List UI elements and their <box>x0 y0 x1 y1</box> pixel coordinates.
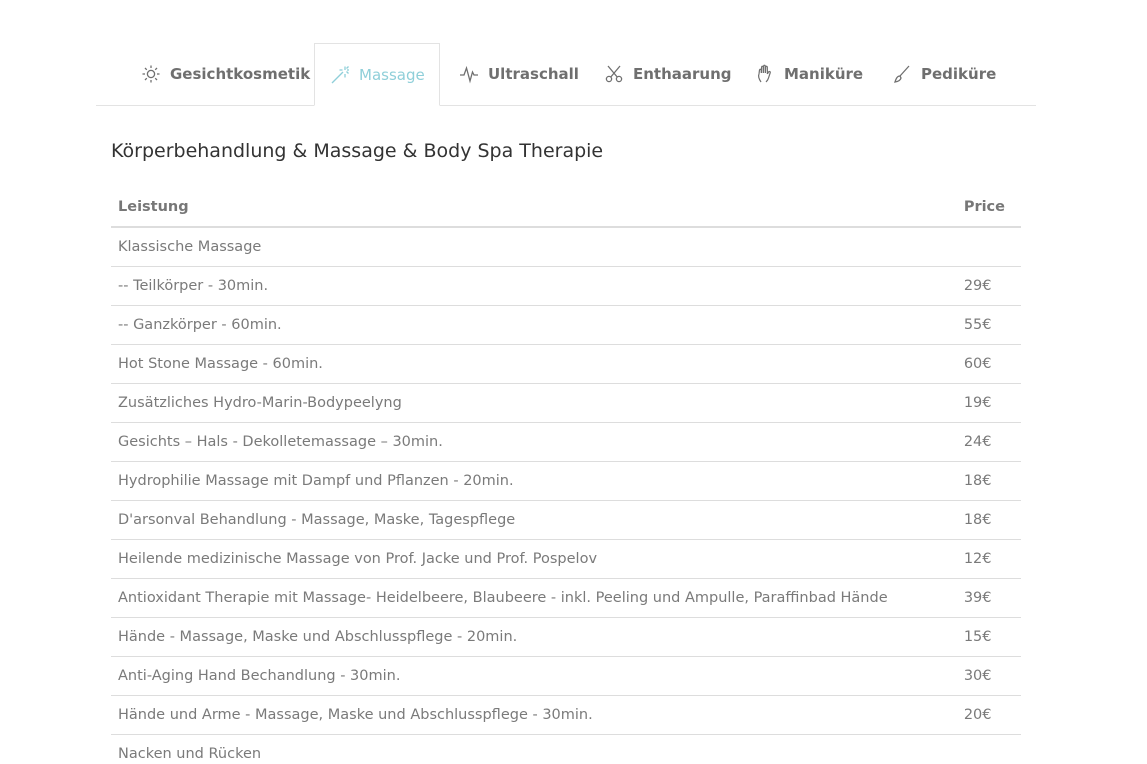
service-cell: Heilende medizinische Massage von Prof. … <box>111 539 957 579</box>
price-table: Leistung Price Klassische Massage -- Tei… <box>111 188 1021 764</box>
service-cell: Nacken und Rücken <box>111 734 957 764</box>
table-row: Gesichts – Hals - Dekolletemassage – 30m… <box>111 422 1021 462</box>
scissors-icon <box>603 63 625 85</box>
service-cell: -- Ganzkörper - 60min. <box>111 305 957 345</box>
magic-wand-icon <box>329 64 351 86</box>
pulse-icon <box>458 63 480 85</box>
table-row: Anti-Aging Hand Bechandlung - 30min. 30€ <box>111 656 1021 696</box>
tab-label: Enthaarung <box>633 65 732 83</box>
service-cell: Hydrophilie Massage mit Dampf und Pflanz… <box>111 461 957 501</box>
tab-gesichtkosmetik[interactable]: Gesichtkosmetik <box>140 43 310 105</box>
table-row: Hydrophilie Massage mit Dampf und Pflanz… <box>111 461 1021 501</box>
price-cell: 18€ <box>956 500 1021 540</box>
service-cell: Hände und Arme - Massage, Maske und Absc… <box>111 695 957 735</box>
price-cell: 29€ <box>956 266 1021 306</box>
tab-ultraschall[interactable]: Ultraschall <box>458 43 579 105</box>
price-cell: 60€ <box>956 344 1021 384</box>
page: Gesichtkosmetik Massage Ultraschall Enth… <box>0 0 1147 764</box>
tab-label: Pediküre <box>921 65 997 83</box>
price-cell: 55€ <box>956 305 1021 345</box>
section-title: Körperbehandlung & Massage & Body Spa Th… <box>111 140 604 162</box>
table-row: Hot Stone Massage - 60min. 60€ <box>111 344 1021 384</box>
hand-icon <box>754 63 776 85</box>
price-cell: 19€ <box>956 383 1021 423</box>
price-cell: 24€ <box>956 422 1021 462</box>
table-row: Hände - Massage, Maske und Abschlusspfle… <box>111 617 1021 657</box>
price-cell <box>956 227 1021 267</box>
column-header-price: Price <box>956 188 1021 228</box>
tab-label: Massage <box>359 65 425 84</box>
service-cell: Antioxidant Therapie mit Massage- Heidel… <box>111 578 957 618</box>
service-cell: -- Teilkörper - 30min. <box>111 266 957 306</box>
tab-manikuere[interactable]: Maniküre <box>754 43 863 105</box>
service-cell: Hände - Massage, Maske und Abschlusspfle… <box>111 617 957 657</box>
price-cell: 18€ <box>956 461 1021 501</box>
service-cell: Klassische Massage <box>111 227 957 267</box>
table-header-row: Leistung Price <box>111 188 1021 228</box>
service-cell: Anti-Aging Hand Bechandlung - 30min. <box>111 656 957 696</box>
tab-pedikuere[interactable]: Pediküre <box>891 43 996 105</box>
service-cell: Hot Stone Massage - 60min. <box>111 344 957 384</box>
service-cell: Zusätzliches Hydro-Marin-Bodypeelyng <box>111 383 957 423</box>
sun-icon <box>140 63 162 85</box>
tab-label: Ultraschall <box>488 65 579 83</box>
table-row: Nacken und Rücken <box>111 734 1021 764</box>
table-row: Zusätzliches Hydro-Marin-Bodypeelyng 19€ <box>111 383 1021 423</box>
price-cell: 20€ <box>956 695 1021 735</box>
brush-icon <box>891 63 913 85</box>
price-cell: 30€ <box>956 656 1021 696</box>
table-row: Heilende medizinische Massage von Prof. … <box>111 539 1021 579</box>
price-cell: 15€ <box>956 617 1021 657</box>
service-cell: D'arsonval Behandlung - Massage, Maske, … <box>111 500 957 540</box>
tab-enthaarung[interactable]: Enthaarung <box>603 43 732 105</box>
table-row: -- Ganzkörper - 60min. 55€ <box>111 305 1021 345</box>
table-row: D'arsonval Behandlung - Massage, Maske, … <box>111 500 1021 540</box>
price-cell: 39€ <box>956 578 1021 618</box>
tab-label: Gesichtkosmetik <box>170 65 311 83</box>
tab-massage[interactable]: Massage <box>314 43 440 106</box>
tab-bar: Gesichtkosmetik Massage Ultraschall Enth… <box>96 43 1036 106</box>
service-cell: Gesichts – Hals - Dekolletemassage – 30m… <box>111 422 957 462</box>
column-header-service: Leistung <box>111 188 957 228</box>
tab-label: Maniküre <box>784 65 864 83</box>
price-cell: 12€ <box>956 539 1021 579</box>
table-row: -- Teilkörper - 30min. 29€ <box>111 266 1021 306</box>
table-row: Antioxidant Therapie mit Massage- Heidel… <box>111 578 1021 618</box>
price-cell <box>956 734 1021 764</box>
table-row: Hände und Arme - Massage, Maske und Absc… <box>111 695 1021 735</box>
table-row: Klassische Massage <box>111 227 1021 267</box>
